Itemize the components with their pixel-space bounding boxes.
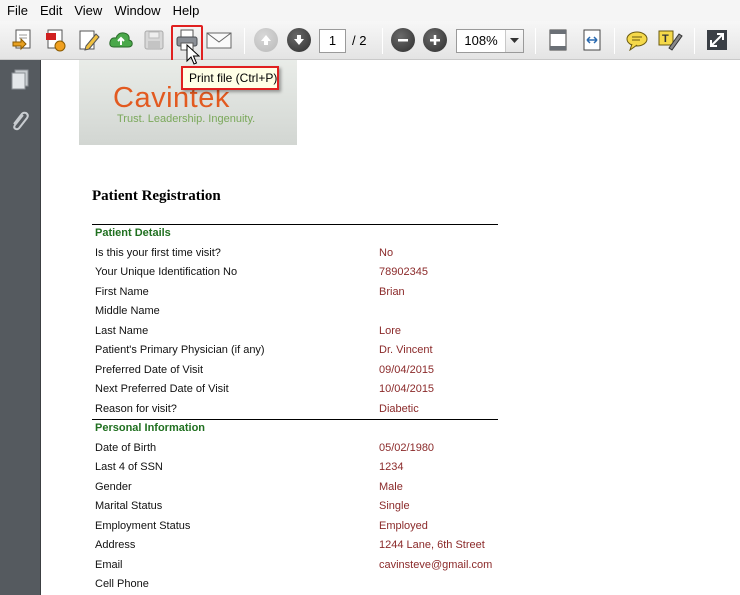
chevron-down-icon[interactable]: [505, 30, 523, 52]
toolbar: 1 / 2 108% T: [0, 21, 740, 60]
edit-pdf-icon: [79, 30, 100, 51]
upload-cloud-button[interactable]: [107, 26, 135, 54]
field-label: Middle Name: [95, 305, 160, 317]
zoom-in-button[interactable]: [421, 26, 449, 54]
open-file-button[interactable]: [9, 26, 37, 54]
field-value: Single: [379, 500, 410, 512]
menu-view[interactable]: View: [71, 0, 107, 21]
field-label: Gender: [95, 480, 132, 493]
next-page-button[interactable]: [285, 26, 313, 54]
field-label: Last 4 of SSN: [95, 461, 163, 473]
field-label: Marital Status: [95, 500, 163, 512]
pdf-reader-window: File Edit View Window Help 1 / 2 108% T …: [0, 0, 740, 595]
mouse-cursor-icon: [186, 44, 200, 65]
svg-text:T: T: [662, 33, 669, 45]
full-screen-button[interactable]: [703, 26, 731, 54]
section-divider: [92, 419, 498, 420]
section-heading: Personal Information: [95, 422, 206, 434]
save-icon: [144, 30, 164, 50]
field-label: Your Unique Identification No: [95, 266, 238, 278]
field-label: First Name: [95, 285, 149, 298]
comment-icon: [626, 31, 648, 51]
document-view[interactable]: Cavintek Trust. Leadership. Ingenuity. P…: [41, 60, 740, 595]
create-pdf-button[interactable]: [41, 26, 69, 54]
field-value: 10/04/2015: [379, 383, 435, 395]
edit-pdf-button[interactable]: [74, 26, 102, 54]
fit-width-button[interactable]: [578, 26, 606, 54]
field-value: 05/02/1980: [379, 441, 435, 454]
fit-page-button[interactable]: [544, 26, 572, 54]
field-label: Employment Status: [95, 519, 191, 532]
zoom-out-button[interactable]: [389, 26, 417, 54]
toolbar-separator: [535, 28, 536, 54]
field-value: 1244 Lane, 6th Street: [379, 539, 485, 551]
field-label: Cell Phone: [95, 578, 149, 590]
envelope-icon: [206, 32, 232, 49]
print-tooltip: Print file (Ctrl+P): [181, 66, 279, 90]
highlighter-icon: T: [658, 30, 683, 51]
field-value: No: [379, 246, 394, 259]
menu-bar: File Edit View Window Help: [0, 0, 740, 21]
field-label: Date of Birth: [95, 441, 157, 454]
fit-page-icon: [549, 29, 567, 51]
field-value: Dr. Vincent: [379, 344, 433, 356]
zoom-value: 108%: [464, 33, 498, 48]
cloud-upload-icon: [109, 32, 133, 48]
menu-window[interactable]: Window: [111, 0, 165, 21]
field-label: Preferred Date of Visit: [95, 363, 204, 376]
field-label: Next Preferred Date of Visit: [95, 383, 229, 395]
field-label: Is this your first time visit?: [95, 246, 221, 259]
toolbar-separator: [614, 28, 615, 54]
plus-icon: [423, 28, 447, 52]
highlight-text-button[interactable]: T: [656, 26, 684, 54]
field-label: Patient's Primary Physician (if any): [95, 344, 265, 356]
section-divider: [92, 224, 498, 225]
toolbar-separator: [382, 28, 383, 54]
navigation-pane: [0, 60, 41, 595]
field-value: 09/04/2015: [379, 363, 435, 376]
field-value: Male: [379, 480, 403, 493]
zoom-select[interactable]: 108%: [456, 29, 524, 53]
field-value: Employed: [379, 519, 428, 532]
email-button[interactable]: [205, 26, 233, 54]
page-total-label: / 2: [352, 33, 367, 48]
menu-file[interactable]: File: [4, 0, 33, 21]
menu-help[interactable]: Help: [170, 0, 205, 21]
arrow-down-icon: [287, 28, 311, 52]
field-value: 78902345: [379, 266, 428, 278]
toolbar-separator: [244, 28, 245, 54]
pages-icon: [11, 69, 29, 90]
page-thumbnails-button[interactable]: [8, 68, 32, 92]
previous-page-button[interactable]: [252, 26, 280, 54]
document-title: Patient Registration: [92, 188, 221, 204]
field-value: cavinsteve@gmail.com: [379, 558, 493, 571]
field-label: Last Name: [95, 324, 149, 337]
create-pdf-icon: [46, 29, 66, 52]
attachments-button[interactable]: [8, 110, 32, 134]
field-value: Diabetic: [379, 402, 419, 415]
fit-width-icon: [583, 29, 601, 51]
comment-button[interactable]: [623, 26, 651, 54]
expand-icon: [707, 30, 727, 50]
field-value: Brian: [379, 285, 405, 298]
paperclip-icon: [13, 111, 29, 131]
field-label: Email: [95, 558, 123, 571]
field-value: 1234: [379, 461, 404, 473]
field-value: Lore: [379, 324, 402, 337]
logo-tagline: Trust. Leadership. Ingenuity.: [117, 113, 256, 125]
open-file-icon: [12, 29, 31, 51]
toolbar-separator: [694, 28, 695, 54]
section-heading: Patient Details: [95, 227, 171, 239]
page-number-input[interactable]: 1: [319, 29, 346, 53]
arrow-up-icon: [254, 28, 278, 52]
field-label: Reason for visit?: [95, 402, 177, 415]
field-label: Address: [95, 539, 136, 551]
minus-icon: [391, 28, 415, 52]
save-button[interactable]: [140, 26, 168, 54]
menu-edit[interactable]: Edit: [37, 0, 67, 21]
